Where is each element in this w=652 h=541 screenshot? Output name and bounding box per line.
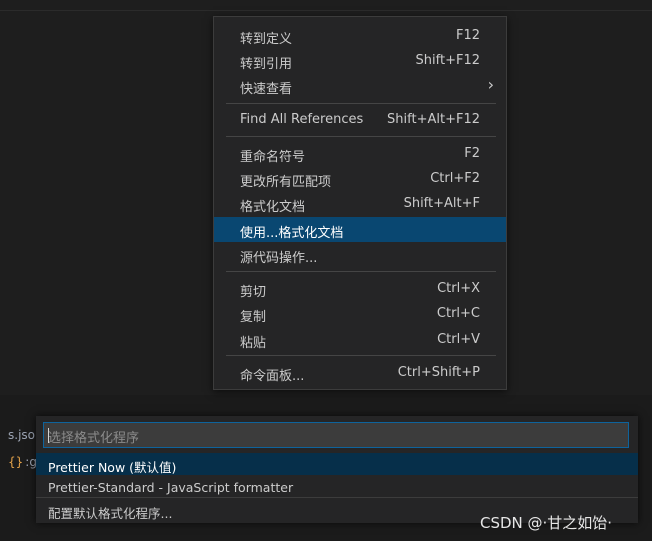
watermark-text: CSDN @·甘之如饴· (480, 514, 613, 532)
menu-item-label: 命令面板... (240, 369, 305, 384)
menu-item-format-document[interactable]: 格式化文档 Shift+Alt+F (214, 191, 506, 216)
menu-item-label: 粘贴 (240, 336, 267, 351)
menu-item-shortcut: Shift+F12 (415, 53, 480, 68)
editor-tab-fragment: s.jso (8, 428, 35, 442)
menu-item-change-all-occurrences[interactable]: 更改所有匹配项 Ctrl+F2 (214, 166, 506, 191)
formatter-search-input[interactable]: 选择格式化程序 (43, 422, 629, 448)
menu-separator (226, 103, 496, 104)
menu-item-label: 剪切 (240, 285, 267, 300)
menu-item-copy[interactable]: 复制 Ctrl+C (214, 301, 506, 326)
option-label: Prettier-Standard - JavaScript formatter (48, 480, 294, 495)
menu-item-rename-symbol[interactable]: 重命名符号 F2 (214, 141, 506, 166)
menu-item-label: 更改所有匹配项 (240, 175, 332, 190)
menu-item-shortcut: Ctrl+X (437, 281, 480, 296)
menu-item-label: 格式化文档 (240, 200, 306, 215)
menu-item-go-to-references[interactable]: 转到引用 Shift+F12 (214, 48, 506, 73)
menu-item-label: 重命名符号 (240, 150, 306, 165)
title-divider (0, 10, 652, 11)
menu-separator (226, 136, 496, 137)
option-label: 配置默认格式化程序... (48, 506, 173, 521)
formatter-quick-pick: 选择格式化程序 Prettier Now (默认值) Prettier-Stan… (36, 416, 638, 523)
menu-item-label: 使用...格式化文档 (240, 226, 344, 241)
menu-item-paste[interactable]: 粘贴 Ctrl+V (214, 327, 506, 352)
menu-item-shortcut: Ctrl+C (436, 306, 480, 321)
menu-item-go-to-definition[interactable]: 转到定义 F12 (214, 23, 506, 48)
menu-item-peek[interactable]: 快速查看 › (214, 73, 506, 98)
formatter-option-prettier-now[interactable]: Prettier Now (默认值) (36, 453, 638, 475)
menu-item-shortcut: Ctrl+V (437, 332, 480, 347)
context-menu: 转到定义 F12 转到引用 Shift+F12 快速查看 › Find All … (213, 16, 507, 390)
json-braces-icon: {} (8, 455, 24, 469)
menu-item-command-palette[interactable]: 命令面板... Ctrl+Shift+P (214, 360, 506, 385)
menu-item-label: 源代码操作... (240, 251, 318, 266)
menu-item-shortcut: Ctrl+F2 (430, 171, 480, 186)
menu-item-label: 转到引用 (240, 57, 293, 72)
menu-item-cut[interactable]: 剪切 Ctrl+X (214, 276, 506, 301)
menu-item-find-all-references[interactable]: Find All References Shift+Alt+F12 (214, 107, 506, 132)
menu-item-format-document-with[interactable]: 使用...格式化文档 (214, 217, 506, 242)
menu-separator (226, 271, 496, 272)
menu-item-shortcut: F2 (464, 146, 480, 161)
formatter-option-prettier-standard[interactable]: Prettier-Standard - JavaScript formatter (36, 476, 638, 498)
option-label: Prettier Now (默认值) (48, 460, 177, 475)
menu-item-shortcut: Shift+Alt+F (403, 196, 480, 211)
menu-item-shortcut: Shift+Alt+F12 (387, 112, 480, 127)
menu-item-source-action[interactable]: 源代码操作... (214, 242, 506, 267)
search-placeholder: 选择格式化程序 (48, 431, 140, 446)
quick-pick-separator (36, 497, 638, 498)
text-caret (48, 428, 49, 443)
menu-item-label: 复制 (240, 310, 267, 325)
menu-item-label: 快速查看 (240, 82, 293, 97)
chevron-right-icon: › (487, 75, 494, 94)
menu-item-shortcut: Ctrl+Shift+P (397, 365, 480, 380)
menu-separator (226, 355, 496, 356)
menu-item-shortcut: F12 (455, 28, 480, 43)
menu-item-label: Find All References (240, 112, 364, 127)
menu-item-label: 转到定义 (240, 32, 293, 47)
